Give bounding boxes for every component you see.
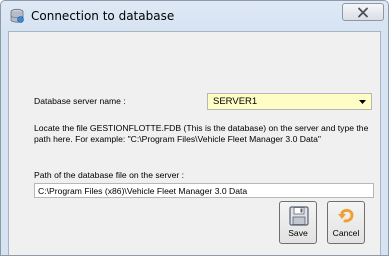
- path-label: Path of the database file on the server …: [34, 170, 185, 180]
- database-connection-icon: [9, 8, 25, 24]
- connection-dialog: Connection to database Database server n…: [0, 0, 389, 256]
- server-name-combobox[interactable]: SERVER1: [207, 93, 372, 110]
- close-icon: [358, 7, 368, 18]
- save-button-label: Save: [288, 228, 308, 238]
- path-instructions: Locate the file GESTIONFLOTTE.FDB (This …: [34, 123, 369, 144]
- database-path-value: C:\Program Files (x86)\Vehicle Fleet Man…: [38, 186, 248, 196]
- cancel-button-label: Cancel: [332, 228, 360, 238]
- dialog-body: Database server name : SERVER1 Locate th…: [8, 31, 381, 255]
- server-name-value: SERVER1: [213, 96, 258, 107]
- undo-arrow-icon: [338, 208, 354, 223]
- server-name-label: Database server name :: [34, 96, 126, 106]
- window-title: Connection to database: [31, 9, 175, 23]
- database-path-input[interactable]: C:\Program Files (x86)\Vehicle Fleet Man…: [34, 183, 374, 198]
- floppy-disk-icon: [289, 206, 309, 226]
- chevron-down-icon[interactable]: [359, 100, 366, 104]
- save-button[interactable]: Save: [279, 201, 317, 244]
- cancel-button[interactable]: Cancel: [327, 201, 365, 244]
- title-bar[interactable]: Connection to database: [1, 1, 388, 31]
- close-button[interactable]: [342, 3, 384, 21]
